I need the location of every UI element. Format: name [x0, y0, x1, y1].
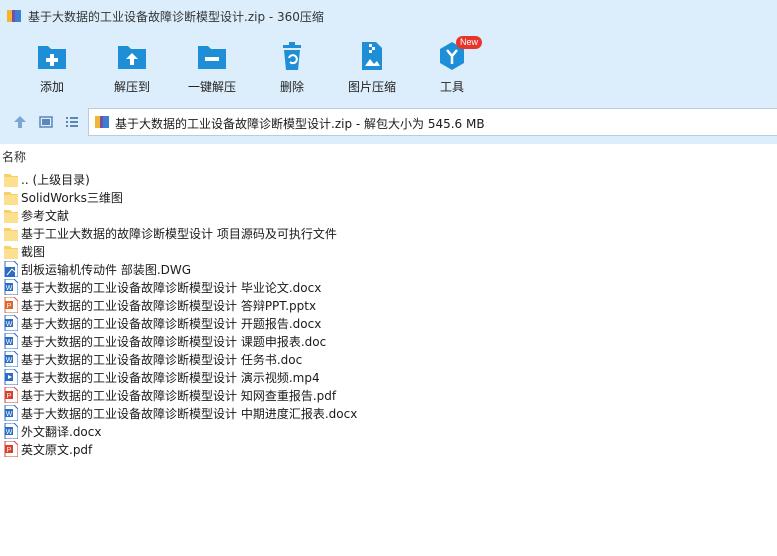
file-name: 英文原文.pdf: [21, 443, 93, 457]
list-item[interactable]: P 基于大数据的工业设备故障诊断模型设计 知网查重报告.pdf: [0, 386, 500, 404]
file-name: 基于大数据的工业设备故障诊断模型设计 开题报告.docx: [21, 317, 322, 331]
address-text: 基于大数据的工业设备故障诊断模型设计.zip - 解包大小为 545.6 MB: [115, 117, 485, 131]
address-bar: 基于大数据的工业设备故障诊断模型设计.zip - 解包大小为 545.6 MB: [0, 100, 777, 144]
file-name: 基于大数据的工业设备故障诊断模型设计 任务书.doc: [21, 353, 303, 367]
tools-button[interactable]: New 工具: [412, 36, 492, 96]
list-item[interactable]: .. (上级目录): [0, 170, 500, 188]
add-label: 添加: [39, 80, 64, 94]
delete-label: 删除: [279, 80, 304, 94]
word-doc-icon: W: [4, 405, 18, 421]
file-name: 截图: [21, 245, 46, 259]
word-doc-icon: W: [4, 423, 18, 439]
word-doc-icon: W: [4, 279, 18, 295]
list-item[interactable]: 基于大数据的工业设备故障诊断模型设计 演示视频.mp4: [0, 368, 500, 386]
dwg-file-icon: [4, 261, 18, 277]
file-name: 基于工业大数据的故障诊断模型设计 项目源码及可执行文件: [21, 227, 337, 241]
word-doc-icon: W: [4, 315, 18, 331]
svg-text:W: W: [6, 339, 13, 346]
list-item[interactable]: SolidWorks三维图: [0, 188, 500, 206]
ppt-icon: P: [4, 297, 18, 313]
extract-to-label: 解压到: [113, 80, 150, 94]
file-name: 基于大数据的工业设备故障诊断模型设计 毕业论文.docx: [21, 281, 322, 295]
file-name: 基于大数据的工业设备故障诊断模型设计 答辩PPT.pptx: [21, 299, 317, 313]
svg-text:W: W: [6, 429, 13, 436]
title-bar: 基于大数据的工业设备故障诊断模型设计.zip - 360压缩: [0, 0, 777, 32]
list-item[interactable]: W 基于大数据的工业设备故障诊断模型设计 课题申报表.doc: [0, 332, 500, 350]
svg-text:W: W: [6, 285, 13, 292]
svg-text:W: W: [6, 357, 13, 364]
column-header-name[interactable]: 名称: [2, 148, 26, 165]
add-button[interactable]: 添加: [12, 38, 92, 96]
thumbnail-view-icon[interactable]: [38, 114, 54, 130]
folder-icon: [4, 210, 18, 223]
word-doc-icon: W: [4, 351, 18, 367]
svg-text:P: P: [7, 303, 12, 310]
word-doc-icon: W: [4, 333, 18, 349]
delete-button[interactable]: 删除: [252, 38, 332, 96]
image-compress-icon: [362, 42, 382, 70]
tools-label: 工具: [439, 80, 464, 94]
file-name: 基于大数据的工业设备故障诊断模型设计 知网查重报告.pdf: [21, 389, 337, 403]
svg-text:P: P: [7, 393, 12, 400]
list-item[interactable]: W 基于大数据的工业设备故障诊断模型设计 中期进度汇报表.docx: [0, 404, 500, 422]
list-item[interactable]: W 外文翻译.docx: [0, 422, 500, 440]
image-compress-button[interactable]: 图片压缩: [332, 38, 412, 96]
up-arrow-icon[interactable]: [12, 114, 28, 130]
svg-text:W: W: [6, 321, 13, 328]
extract-to-button[interactable]: 解压到: [92, 38, 172, 96]
file-name: SolidWorks三维图: [21, 191, 123, 205]
pdf-icon: P: [4, 441, 18, 457]
one-click-extract-button[interactable]: 一键解压: [172, 38, 252, 96]
svg-text:W: W: [6, 411, 13, 418]
list-item[interactable]: W 基于大数据的工业设备故障诊断模型设计 毕业论文.docx: [0, 278, 500, 296]
list-item[interactable]: P 基于大数据的工业设备故障诊断模型设计 答辩PPT.pptx: [0, 296, 500, 314]
one-click-extract-label: 一键解压: [187, 80, 236, 94]
pdf-icon: P: [4, 387, 18, 403]
add-folder-icon: [38, 46, 66, 69]
file-name: 参考文献: [21, 209, 70, 223]
list-item[interactable]: W 基于大数据的工业设备故障诊断模型设计 开题报告.docx: [0, 314, 500, 332]
list-item[interactable]: 参考文献: [0, 206, 500, 224]
list-item[interactable]: 基于工业大数据的故障诊断模型设计 项目源码及可执行文件: [0, 224, 500, 242]
list-view-icon[interactable]: [64, 114, 80, 130]
one-click-extract-icon: [198, 46, 226, 69]
new-badge: New: [456, 36, 483, 49]
toolbar: 添加 解压到 一键解压 删除 图片压缩 New 工具: [0, 32, 777, 100]
archive-app-icon: [7, 10, 21, 22]
file-name: 基于大数据的工业设备故障诊断模型设计 演示视频.mp4: [21, 371, 320, 385]
video-file-icon: [4, 369, 18, 385]
list-header: 名称: [0, 144, 777, 166]
image-compress-label: 图片压缩: [347, 80, 396, 94]
list-item[interactable]: W 基于大数据的工业设备故障诊断模型设计 任务书.doc: [0, 350, 500, 368]
archive-icon: [95, 116, 109, 128]
file-name: .. (上级目录): [21, 173, 90, 187]
svg-text:P: P: [7, 447, 12, 454]
file-name: 基于大数据的工业设备故障诊断模型设计 中期进度汇报表.docx: [21, 407, 358, 421]
folder-icon: [4, 246, 18, 259]
window-title: 基于大数据的工业设备故障诊断模型设计.zip - 360压缩: [28, 10, 324, 24]
address-field[interactable]: 基于大数据的工业设备故障诊断模型设计.zip - 解包大小为 545.6 MB: [88, 108, 777, 136]
list-item[interactable]: 刮板运输机传动件 部装图.DWG: [0, 260, 500, 278]
file-name: 基于大数据的工业设备故障诊断模型设计 课题申报表.doc: [21, 335, 327, 349]
extract-to-icon: [118, 46, 146, 69]
list-item[interactable]: P 英文原文.pdf: [0, 440, 500, 458]
trash-icon: [283, 42, 301, 70]
file-name: 刮板运输机传动件 部装图.DWG: [21, 263, 192, 277]
folder-icon: [4, 192, 18, 205]
folder-icon: [4, 174, 18, 187]
file-name: 外文翻译.docx: [21, 425, 102, 439]
list-item[interactable]: 截图: [0, 242, 500, 260]
folder-icon: [4, 228, 18, 241]
